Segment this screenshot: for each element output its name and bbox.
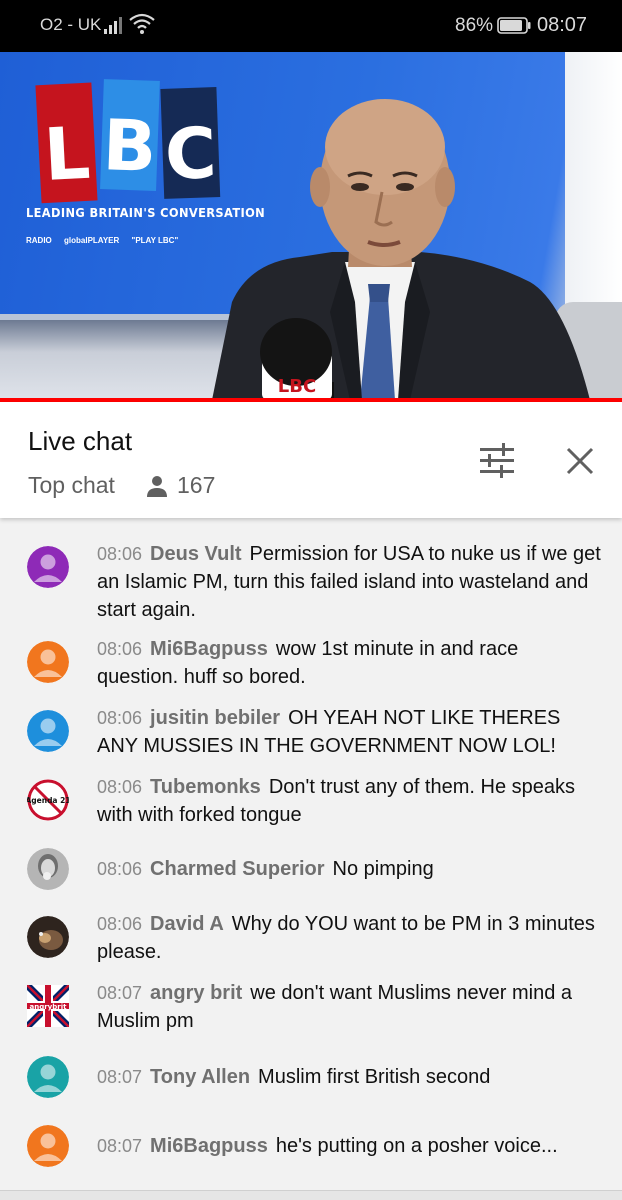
message-text: Muslim first British second	[258, 1066, 491, 1088]
message-author[interactable]: Mi6Bagpuss	[150, 1135, 268, 1157]
message-time: 08:07	[97, 1136, 143, 1156]
clock: 08:07	[537, 14, 588, 36]
viewer-count-value: 167	[177, 472, 216, 498]
message-body: 08:07 Mi6Bagpuss he's putting on a posher …	[97, 1132, 602, 1160]
person-icon	[147, 475, 167, 497]
message-body: 08:06 Tubemonks Don't trust any of them. H…	[97, 773, 602, 829]
chat-message-list[interactable]: 08:06 Deus Vult Permission for USA to nuke…	[0, 518, 622, 1190]
avatar[interactable]	[27, 710, 69, 752]
message-time: 08:06	[97, 914, 143, 934]
close-icon[interactable]	[563, 444, 597, 478]
avatar[interactable]	[27, 641, 69, 683]
message-body: 08:06 Mi6Bagpuss wow 1st minute in and rac…	[97, 635, 602, 691]
carrier-label: O2 - UK	[40, 15, 102, 34]
message-author[interactable]: jusitin bebiler	[150, 707, 280, 729]
signal-icon	[104, 17, 122, 34]
message-author[interactable]: angry brit	[150, 982, 242, 1004]
message-body: 08:06 Charmed Superior No pimping	[97, 855, 602, 883]
guest-figure: LBC	[212, 99, 590, 400]
message-time: 08:07	[97, 1067, 143, 1087]
avatar[interactable]: angrybrit	[27, 985, 69, 1027]
message-body: 08:07 Tony Allen Muslim first British seco…	[97, 1063, 602, 1091]
message-time: 08:06	[97, 708, 143, 728]
battery-icon	[497, 17, 531, 34]
avatar[interactable]	[27, 916, 69, 958]
viewer-count: 167	[145, 472, 215, 499]
message-body: 08:06 jusitin bebiler OH YEAH NOT LIKE THE…	[97, 704, 602, 760]
message-author[interactable]: Charmed Superior	[150, 858, 324, 880]
tune-icon[interactable]	[478, 442, 516, 480]
avatar[interactable]	[27, 1125, 69, 1167]
message-author[interactable]: David A	[150, 913, 224, 935]
message-text: he's putting on a posher voice...	[275, 1135, 558, 1157]
battery-percent: 86%	[455, 15, 494, 36]
message-time: 08:06	[97, 639, 143, 659]
avatar-text: angrybrit	[30, 1003, 68, 1011]
message-time: 08:06	[97, 544, 143, 564]
status-bar: O2 - UK 86% 08:07	[0, 0, 622, 52]
avatar[interactable]	[27, 848, 69, 890]
message-text: No pimping	[332, 858, 434, 880]
message-time: 08:07	[97, 983, 143, 1003]
video-player[interactable]: L B C LEADING BRITAIN'S CONVERSATION RAD…	[0, 52, 622, 400]
message-author[interactable]: Mi6Bagpuss	[150, 638, 268, 660]
avatar[interactable]: Agenda 21	[27, 779, 69, 821]
chat-title: Live chat	[28, 426, 133, 456]
chat-header: Live chat Top chat 167	[0, 402, 622, 518]
message-body: 08:07 angry brit we don't want Muslims nev…	[97, 979, 602, 1035]
avatar-text: Agenda 21	[27, 796, 69, 805]
avatar[interactable]	[27, 1056, 69, 1098]
wifi-icon	[129, 13, 155, 34]
message-body: 08:06 David A Why do YOU want to be PM in …	[97, 910, 602, 966]
message-time: 08:06	[97, 777, 143, 797]
chat-mode-dropdown[interactable]: Top chat	[28, 472, 115, 499]
message-time: 08:06	[97, 859, 143, 879]
message-body: 08:06 Deus Vult Permission for USA to nuke…	[97, 540, 602, 624]
message-author[interactable]: Deus Vult	[150, 543, 242, 565]
avatar[interactable]	[27, 546, 69, 588]
mic-label: LBC	[278, 376, 316, 397]
bottom-edge	[0, 1190, 622, 1200]
message-author[interactable]: Tubemonks	[150, 776, 261, 798]
message-author[interactable]: Tony Allen	[150, 1066, 250, 1088]
